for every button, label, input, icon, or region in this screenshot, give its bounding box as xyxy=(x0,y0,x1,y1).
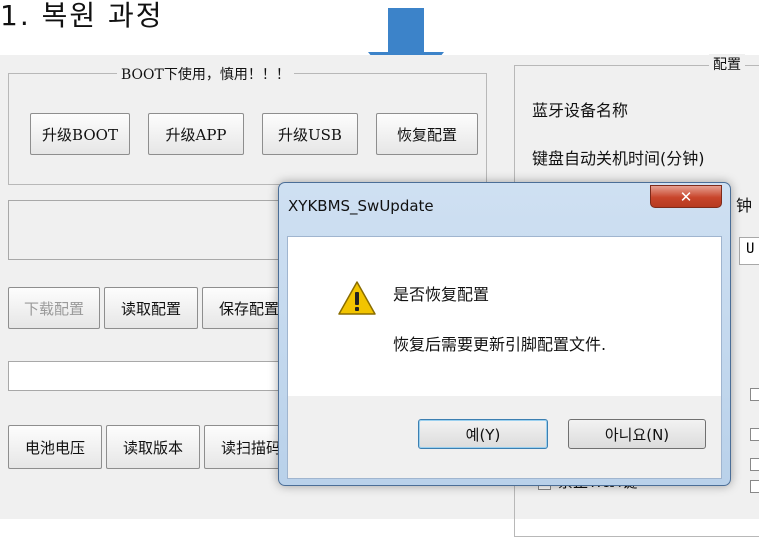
close-icon: ✕ xyxy=(679,187,693,206)
upgrade-usb-button[interactable]: 升级USB xyxy=(262,113,358,155)
partial-dropdown[interactable]: U xyxy=(739,237,759,265)
read-version-button[interactable]: 读取版本 xyxy=(106,425,200,469)
status-field[interactable] xyxy=(8,361,308,391)
log-textbox[interactable] xyxy=(8,200,308,260)
auto-off-time-label: 键盘自动关机时间(分钟) xyxy=(532,149,705,168)
bluetooth-name-label: 蓝牙设备名称 xyxy=(532,101,629,120)
upgrade-boot-button[interactable]: 升级BOOT xyxy=(30,113,130,155)
dialog-body: 是否恢复配置 恢复后需要更新引脚配置文件. 예(Y) 아니요(N) xyxy=(287,236,722,479)
yes-button[interactable]: 예(Y) xyxy=(418,419,548,449)
warning-icon xyxy=(338,281,376,315)
read-config-button[interactable]: 读取配置 xyxy=(104,287,198,329)
restore-config-button[interactable]: 恢复配置 xyxy=(376,113,478,155)
battery-voltage-button[interactable]: 电池电压 xyxy=(8,425,102,469)
checkbox-right-2[interactable] xyxy=(750,428,759,441)
dialog-content: 是否恢复配置 恢复后需要更新引脚配置文件. xyxy=(288,237,721,396)
download-config-button[interactable]: 下载配置 xyxy=(8,287,100,329)
upgrade-app-button[interactable]: 升级APP xyxy=(148,113,244,155)
dialog-message-detail: 恢复后需要更新引脚配置文件. xyxy=(393,335,607,354)
boot-group-title: BOOT下使用，慎用！！！ xyxy=(117,64,294,84)
partial-minute-label: 钟 xyxy=(736,196,753,215)
checkbox-right-4[interactable] xyxy=(750,480,759,493)
dialog-title: XYKBMS_SwUpdate xyxy=(288,197,434,215)
checkbox-right-3[interactable] xyxy=(750,458,759,471)
no-button[interactable]: 아니요(N) xyxy=(568,419,706,449)
message-dialog: XYKBMS_SwUpdate ✕ 是否恢复配置 恢复后需要更新引脚配置文件. … xyxy=(278,182,731,486)
page-heading: 1. 복원 과정 xyxy=(0,0,164,32)
checkbox-right-1[interactable] xyxy=(750,388,759,401)
dialog-message-main: 是否恢复配置 xyxy=(393,285,490,304)
config-group-title: 配置 xyxy=(709,54,745,74)
partial-dropdown-value: U xyxy=(746,241,755,257)
dialog-close-button[interactable]: ✕ xyxy=(650,185,722,208)
